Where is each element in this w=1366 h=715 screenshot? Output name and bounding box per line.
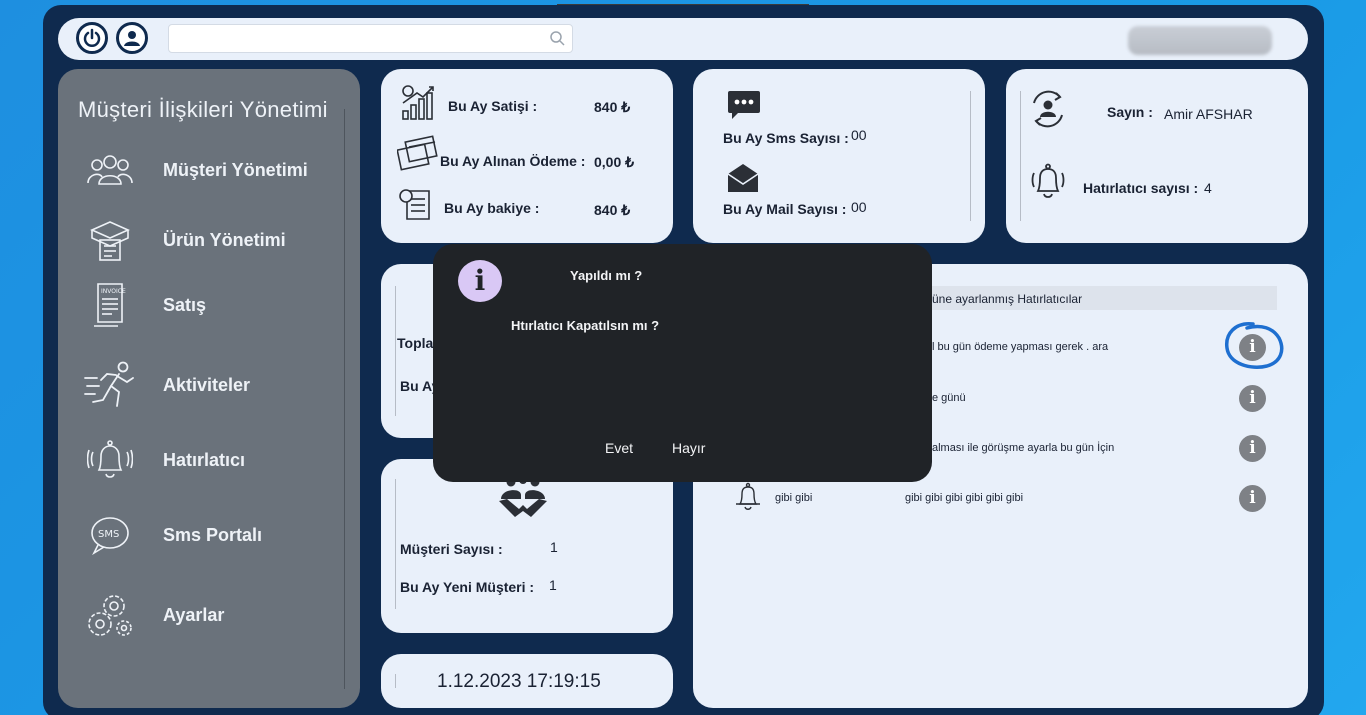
highlight-ring <box>1225 322 1284 369</box>
sidebar-item-sms-portal[interactable]: SMS Sms Portalı <box>80 505 340 565</box>
info-icon[interactable]: i <box>1239 485 1266 512</box>
sidebar-divider <box>344 109 345 689</box>
monthly-sales-label: Bu Ay Satişi : <box>448 98 538 114</box>
bell-icon <box>736 482 760 510</box>
reminder-count-value: 4 <box>1204 180 1212 196</box>
product-box-icon <box>90 221 130 261</box>
mail-envelope-icon <box>727 164 759 192</box>
sidebar-item-label: Hatırlatıcı <box>163 449 246 470</box>
customers-card: Müşteri Sayısı : 1 Bu Ay Yeni Müşteri : … <box>381 459 673 633</box>
running-person-icon <box>84 361 134 407</box>
chat-bubble-icon <box>728 91 760 119</box>
monthly-sales-value: 840 ₺ <box>594 99 631 115</box>
sidebar-item-activities[interactable]: Aktiviteler <box>80 355 340 415</box>
yes-button[interactable]: Evet <box>605 440 633 456</box>
current-datetime: 1.12.2023 17:19:15 <box>437 671 601 692</box>
svg-text:SMS: SMS <box>98 529 119 540</box>
new-customers-label: Bu Ay Yeni Müşteri : <box>400 579 535 595</box>
info-icon[interactable]: i <box>1239 435 1266 462</box>
power-button[interactable] <box>76 22 108 54</box>
info-icon[interactable]: i <box>1239 385 1266 412</box>
dialog-message: Htırlatıcı Kapatılsın mı ? <box>511 318 660 333</box>
sidebar-item-customers[interactable]: Müşteri Yönetimi <box>80 140 340 200</box>
sidebar-item-reminder[interactable]: Hatırlatıcı <box>80 430 340 490</box>
mail-count-label: Bu Ay Mail Sayısı : <box>723 201 847 217</box>
reminder-row-text: l bu gün ödeme yapması gerek . ara <box>932 341 1109 353</box>
sms-count-value: 00 <box>851 127 867 143</box>
user-refresh-icon <box>1033 90 1063 128</box>
bell-icon <box>1031 163 1065 198</box>
search-icon[interactable] <box>549 30 565 46</box>
sidebar-item-settings[interactable]: Ayarlar <box>80 585 340 645</box>
power-icon <box>83 28 101 47</box>
mail-count-value: 00 <box>851 199 867 215</box>
sales-chart-icon <box>402 85 434 120</box>
balance-value: 840 ₺ <box>594 202 631 218</box>
handshake-icon <box>499 477 547 517</box>
user-icon <box>124 31 140 46</box>
reminder-row-text: e günü <box>932 392 966 404</box>
reminder-count-label: Hatırlatıcı sayısı : <box>1083 180 1199 196</box>
payment-value: 0,00 ₺ <box>594 154 635 170</box>
sidebar-item-label: Aktiviteler <box>163 374 251 395</box>
clock-card: 1.12.2023 17:19:15 <box>381 654 673 708</box>
sidebar-item-label: Ürün Yönetimi <box>163 229 286 250</box>
search-input[interactable] <box>168 24 573 53</box>
reminder-row-text: alması ile görüşme ayarla bu gün İçin <box>932 442 1115 454</box>
sidebar-item-sales[interactable]: INVOICE Satış <box>80 275 340 335</box>
sidebar: Müşteri İlişkileri Yönetimi Müşteri Yöne… <box>58 69 360 708</box>
payment-cards-icon <box>397 135 438 171</box>
card-divider <box>1020 91 1021 221</box>
sidebar-item-label: Sms Portalı <box>163 524 263 545</box>
user-summary-card: Sayın : Amir AFSHAR Hatırlatıcı sayısı :… <box>1006 69 1308 243</box>
users-icon <box>87 155 133 185</box>
info-icon: i <box>458 260 502 302</box>
balance-document-icon <box>399 189 430 220</box>
new-customers-value: 1 <box>549 577 557 593</box>
user-name: Amir AFSHAR <box>1164 106 1253 122</box>
customer-count-value: 1 <box>550 539 558 555</box>
payment-label: Bu Ay Alınan Ödeme : <box>440 153 586 169</box>
reminder-row-text: gibi gibi gibi gibi gibi gibi <box>905 492 1024 504</box>
sms-icon: SMS <box>91 517 129 555</box>
sidebar-title: Müşteri İlişkileri Yönetimi <box>78 97 328 122</box>
card-divider <box>970 91 971 221</box>
bell-icon <box>87 440 133 478</box>
sidebar-item-label: Ayarlar <box>163 604 225 625</box>
dialog-title: Yapıldı mı ? <box>570 268 643 283</box>
card-divider <box>395 674 396 688</box>
blurred-user-info <box>1128 26 1272 55</box>
messages-summary-card: Bu Ay Sms Sayısı : 00 Bu Ay Mail Sayısı … <box>693 69 985 243</box>
customer-count-label: Müşteri Sayısı : <box>400 541 503 557</box>
sidebar-item-label: Satış <box>163 294 207 315</box>
balance-label: Bu Ay bakiye : <box>444 200 540 216</box>
sales-summary-card: Bu Ay Satişi : 840 ₺ Bu Ay Alınan Ödeme … <box>381 69 673 243</box>
reminder-row-title: gibi gibi <box>775 492 813 504</box>
profile-button[interactable] <box>116 22 148 54</box>
card-divider <box>395 286 396 416</box>
confirm-dialog: i Yapıldı mı ? Htırlatıcı Kapatılsın mı … <box>433 244 932 482</box>
gears-icon <box>88 595 132 636</box>
reminders-header: üne ayarlanmış Hatırlatıcılar <box>932 292 1083 306</box>
total-label: Topla <box>397 335 434 351</box>
sms-count-label: Bu Ay Sms Sayısı : <box>723 130 849 146</box>
invoice-icon: INVOICE <box>94 283 126 327</box>
no-button[interactable]: Hayır <box>672 440 705 456</box>
header-bar <box>58 18 1308 60</box>
svg-text:INVOICE: INVOICE <box>101 288 126 295</box>
sidebar-item-products[interactable]: Ürün Yönetimi <box>80 210 340 270</box>
card-divider <box>395 479 396 609</box>
greeting-label: Sayın : <box>1107 104 1153 120</box>
sidebar-item-label: Müşteri Yönetimi <box>163 159 308 180</box>
